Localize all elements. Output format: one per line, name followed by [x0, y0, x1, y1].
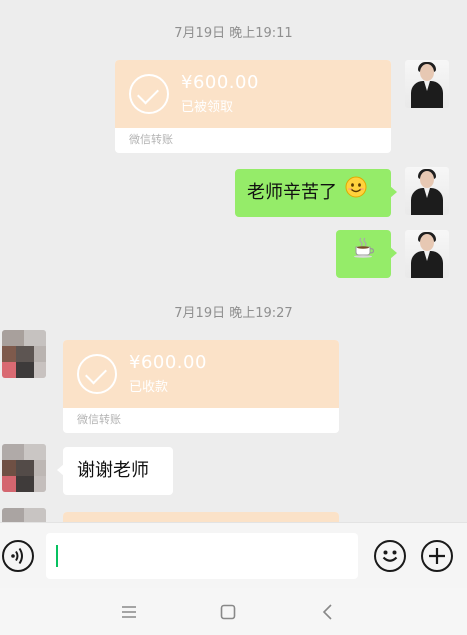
back-icon[interactable] [316, 600, 340, 624]
check-circle-icon [77, 354, 117, 394]
transfer-amount: ¥600.00 [129, 352, 207, 373]
message-bubble-sent[interactable] [336, 230, 397, 278]
message-text: 谢谢老师 [77, 460, 149, 481]
timestamp: 7月19日 晚上19:27 [174, 306, 293, 321]
text-caret [56, 545, 58, 567]
avatar-contact[interactable] [2, 444, 46, 492]
input-bar [0, 522, 467, 588]
avatar-self[interactable] [405, 60, 449, 108]
message-text: 老师辛苦了 [247, 182, 337, 203]
chat-area: 7月19日 晚上19:11 ¥600.00 已被领取 微信转账 老师辛苦了 7月… [0, 0, 467, 522]
voice-input-icon[interactable] [2, 540, 34, 572]
timestamp: 7月19日 晚上19:11 [174, 26, 293, 41]
transfer-card-partial[interactable] [63, 512, 339, 522]
message-bubble-received[interactable]: 谢谢老师 [57, 447, 173, 495]
coffee-cup-emoji-icon [352, 230, 376, 278]
system-nav-bar [0, 588, 467, 635]
avatar-contact[interactable] [2, 508, 46, 522]
avatar-self[interactable] [405, 230, 449, 278]
message-bubble-sent[interactable]: 老师辛苦了 [235, 169, 397, 217]
emoji-icon[interactable] [374, 540, 406, 572]
plus-icon[interactable] [421, 540, 453, 572]
check-circle-icon [129, 74, 169, 114]
avatar-self[interactable] [405, 167, 449, 215]
transfer-label: 微信转账 [115, 128, 391, 152]
transfer-label: 微信转账 [63, 408, 339, 432]
transfer-card-sent[interactable]: ¥600.00 已被领取 微信转账 [115, 60, 391, 153]
transfer-card-received[interactable]: ¥600.00 已收款 微信转账 [63, 340, 339, 433]
transfer-status: 已收款 [129, 380, 169, 395]
transfer-amount: ¥600.00 [181, 72, 259, 93]
menu-icon[interactable] [117, 600, 141, 624]
home-icon[interactable] [216, 600, 240, 624]
avatar-contact[interactable] [2, 330, 46, 378]
smiling-face-emoji-icon [345, 169, 367, 217]
transfer-status: 已被领取 [181, 100, 234, 115]
message-input[interactable] [46, 533, 358, 579]
